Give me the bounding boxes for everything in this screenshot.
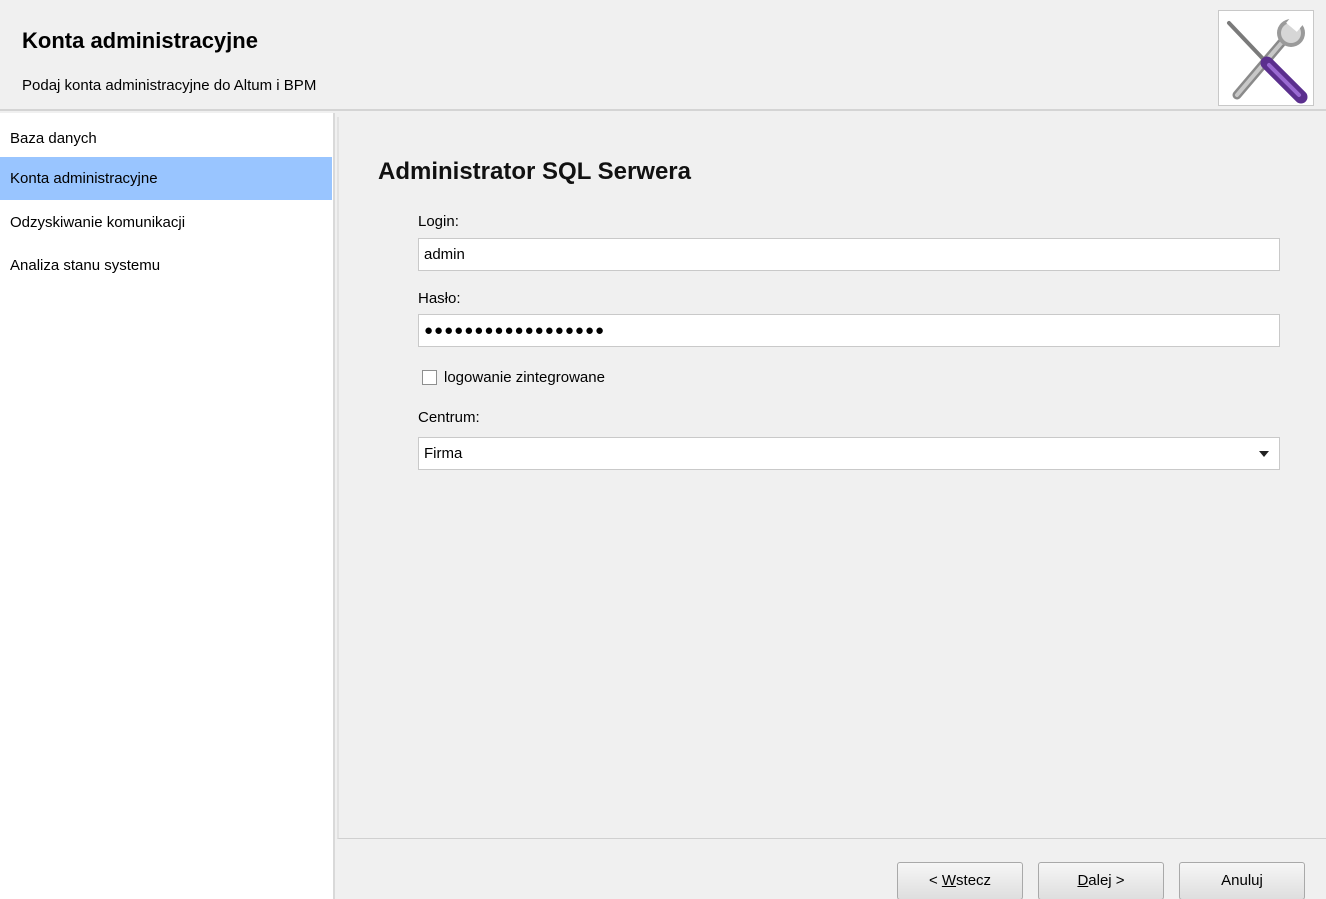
password-input[interactable]: ●●●●●●●●●●●●●●●●●● (418, 314, 1280, 347)
content-panel (337, 117, 1326, 839)
next-button-mnemonic: D (1077, 872, 1089, 889)
sidebar-item-odzyskiwanie-komunikacji[interactable]: Odzyskiwanie komunikacji (0, 201, 332, 244)
integrated-login-row[interactable]: logowanie zintegrowane (422, 366, 605, 388)
integrated-login-checkbox[interactable] (422, 369, 437, 385)
page-title: Konta administracyjne (22, 28, 258, 53)
page-subtitle: Podaj konta administracyjne do Altum i B… (22, 77, 317, 94)
chevron-down-icon[interactable] (1259, 451, 1269, 457)
wizard-window: Konta administracyjne Podaj konta admini… (0, 0, 1326, 899)
cancel-button[interactable]: Anuluj (1179, 862, 1305, 899)
back-button-prefix: < (928, 872, 942, 889)
centrum-selected-value: Firma (424, 445, 463, 462)
sidebar-item-konta-administracyjne[interactable]: Konta administracyjne (0, 157, 332, 200)
login-input[interactable]: admin (418, 238, 1280, 271)
sidebar-nav: Baza danych Konta administracyjne Odzysk… (0, 113, 333, 899)
centrum-select[interactable]: Firma (418, 437, 1280, 470)
login-value: admin (424, 246, 465, 263)
centrum-label: Centrum: (418, 409, 480, 426)
tools-icon-graphic (1227, 12, 1308, 104)
section-title: Administrator SQL Serwera (378, 158, 691, 185)
back-button-mnemonic: W (941, 872, 957, 889)
login-label: Login: (418, 213, 459, 230)
back-button-label: stecz (956, 872, 992, 889)
tools-icon (1218, 10, 1314, 106)
sidebar-item-baza-danych[interactable]: Baza danych (0, 117, 332, 160)
back-button[interactable]: < Wstecz (897, 862, 1023, 899)
wizard-footer (337, 842, 1326, 899)
password-label: Hasło: (418, 290, 461, 307)
password-value: ●●●●●●●●●●●●●●●●●● (424, 322, 606, 339)
next-button-label: alej > (1088, 872, 1125, 889)
wizard-header: Konta administracyjne Podaj konta admini… (0, 0, 1326, 111)
sidebar-divider (333, 113, 335, 899)
sidebar-item-analiza-stanu-systemu[interactable]: Analiza stanu systemu (0, 244, 332, 287)
next-button[interactable]: Dalej > (1038, 862, 1164, 899)
integrated-login-label[interactable]: logowanie zintegrowane (444, 369, 605, 386)
